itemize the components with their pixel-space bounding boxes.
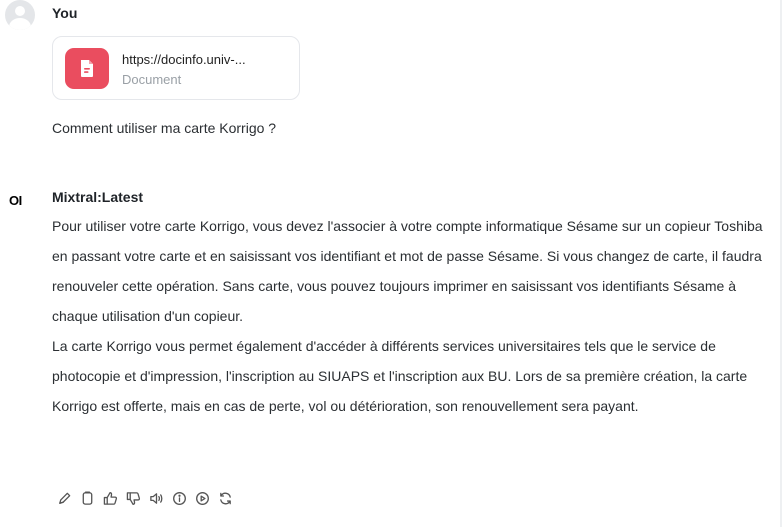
good-response-button[interactable] [102, 490, 118, 506]
generation-info-button[interactable] [171, 490, 187, 506]
copy-icon [82, 490, 92, 505]
avatar-head [15, 6, 25, 16]
read-aloud-button[interactable] [148, 490, 164, 506]
message-actions [56, 488, 233, 508]
attachment-card[interactable]: https://docinfo.univ-... Document [52, 36, 300, 100]
info-icon [172, 491, 186, 505]
attachment-type: Document [122, 72, 182, 87]
play-icon [195, 491, 209, 505]
assistant-name: Mixtral:Latest [52, 189, 144, 205]
assistant-message-text: Pour utiliser votre carte Korrigo, vous … [52, 211, 774, 421]
thumbs-down-icon [126, 491, 140, 505]
bad-response-button[interactable] [125, 490, 141, 506]
pencil-icon [58, 492, 70, 504]
regenerate-icon [219, 492, 231, 504]
copy-button[interactable] [79, 490, 95, 506]
avatar-body [9, 18, 31, 30]
attachment-title: https://docinfo.univ-... [122, 52, 246, 67]
speaker-icon [149, 492, 162, 504]
assistant-logo: OI [9, 193, 22, 208]
continue-response-button[interactable] [194, 490, 210, 506]
chat-page: You https://docinfo.univ-... Document Co… [0, 0, 782, 527]
assistant-paragraph: Pour utiliser votre carte Korrigo, vous … [52, 218, 763, 324]
thumbs-up-icon [103, 491, 117, 505]
regenerate-button[interactable] [217, 490, 233, 506]
avatar [5, 0, 35, 30]
document-icon [65, 48, 109, 89]
user-name: You [52, 5, 78, 21]
assistant-paragraph: La carte Korrigo vous permet également d… [52, 338, 748, 414]
edit-button[interactable] [56, 490, 72, 506]
user-message-text: Comment utiliser ma carte Korrigo ? [52, 120, 277, 136]
